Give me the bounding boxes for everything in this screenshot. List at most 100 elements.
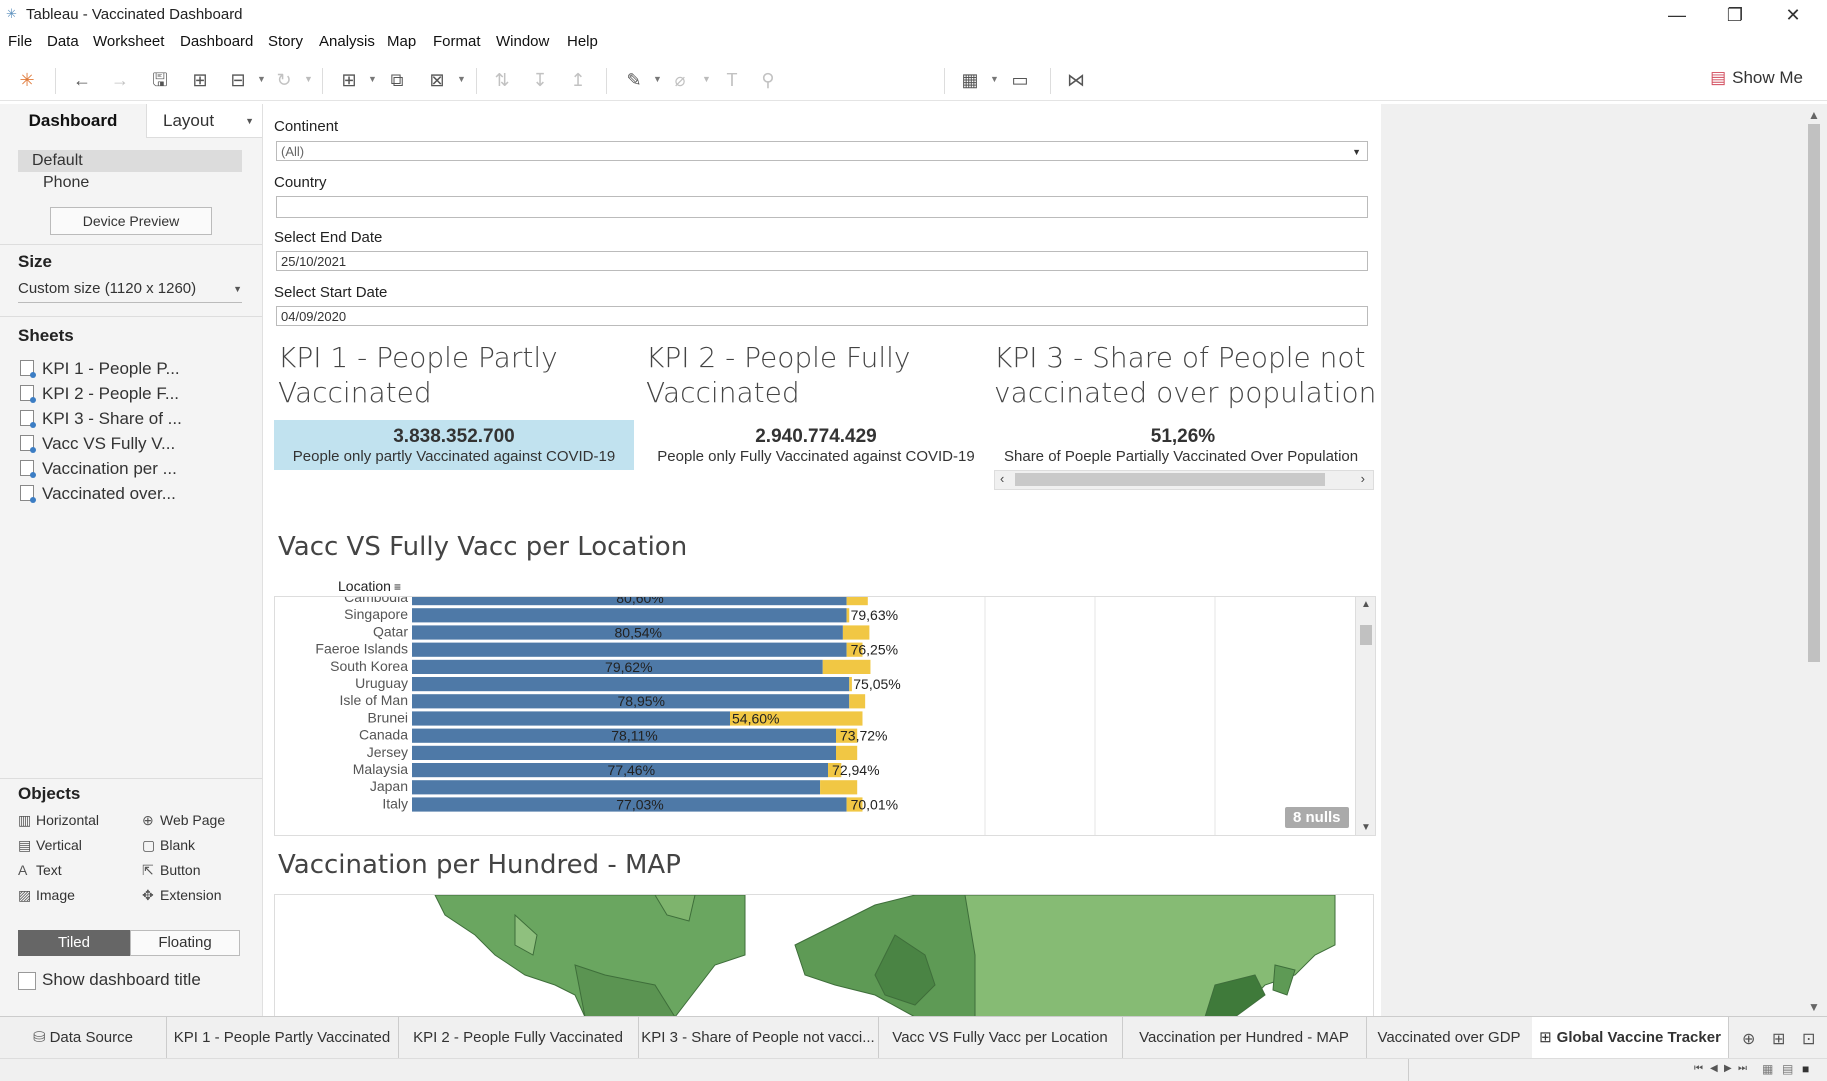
tab-kpi1[interactable]: KPI 1 - People Partly Vaccinated [166,1017,399,1059]
menu-format[interactable]: Format [433,33,481,50]
scrollbar-thumb[interactable] [1808,124,1820,662]
bar-fully-vaccinated[interactable] [846,608,850,623]
bar-fully-vaccinated[interactable] [846,597,868,606]
device-preview-button[interactable]: Device Preview [50,207,212,235]
tab-kpi2[interactable]: KPI 2 - People Fully Vaccinated [398,1017,639,1059]
filmstrip-icon[interactable]: ▤ [1782,1062,1793,1076]
chevron-down-icon[interactable]: ▼ [457,74,466,84]
sheet-item[interactable]: Vaccination per ... [20,459,177,479]
country-filter-input[interactable] [276,196,1368,218]
minimize-icon[interactable]: — [1654,2,1700,28]
scroll-down-icon[interactable]: ▼ [1361,822,1371,833]
location-header[interactable]: Location ≡ [338,578,401,594]
chevron-down-icon[interactable]: ▼ [304,74,313,84]
duplicate-icon[interactable]: ⧉ [385,68,409,92]
share-icon[interactable]: ⋈ [1064,68,1088,92]
sort-icon[interactable]: ≡ [394,580,401,594]
tab-layout[interactable]: Layout ▼ [146,104,262,138]
device-phone[interactable]: Phone [43,174,89,192]
show-cards-icon[interactable]: ▦ [958,68,982,92]
object-button[interactable]: ⇱ Button [142,862,200,879]
bar-vaccinated[interactable] [412,677,850,692]
menu-dashboard[interactable]: Dashboard [180,33,253,50]
sheet-item[interactable]: Vacc VS Fully V... [20,434,175,454]
tab-vacc-vs-fully[interactable]: Vacc VS Fully Vacc per Location [878,1017,1123,1059]
scroll-down-icon[interactable]: ▼ [1808,1000,1820,1014]
bar-vaccinated[interactable] [412,711,730,726]
kpi1-card[interactable]: 3.838.352.700 People only partly Vaccina… [274,420,634,470]
pin-icon[interactable]: ⚲ [756,68,780,92]
refresh-icon[interactable]: ↻ [272,68,296,92]
object-vertical[interactable]: ▤ Vertical [18,837,82,854]
sheet-item[interactable]: KPI 2 - People F... [20,384,179,404]
floating-toggle[interactable]: Floating [130,930,240,956]
chevron-down-icon[interactable]: ▼ [653,74,662,84]
object-blank[interactable]: ▢ Blank [142,837,195,854]
save-icon[interactable]: 🖫 [148,68,172,92]
kpi3-horizontal-scrollbar[interactable]: ‹ › [994,470,1374,490]
end-date-input[interactable]: 25/10/2021 [276,251,1368,271]
bar-fully-vaccinated[interactable] [849,694,866,709]
group-icon[interactable]: ⌀ [668,68,692,92]
kpi2-card[interactable]: 2.940.774.429 People only Fully Vaccinat… [646,420,986,470]
vaccination-map[interactable] [274,894,1374,1017]
first-sheet-icon[interactable]: ⏮ [1694,1063,1703,1074]
chevron-down-icon[interactable]: ▼ [990,74,999,84]
tab-kpi3[interactable]: KPI 3 - Share of People not vacci... [638,1017,879,1059]
device-default[interactable]: Default [18,150,242,172]
menu-help[interactable]: Help [567,33,598,50]
pause-updates-icon[interactable]: ⊟ [226,68,250,92]
scrollbar-thumb[interactable] [1360,625,1372,645]
object-text[interactable]: A Text [18,862,62,878]
close-icon[interactable]: ✕ [1770,2,1816,28]
new-worksheet-icon[interactable]: ⊕ [1742,1029,1755,1049]
new-data-source-icon[interactable]: ⊞ [188,68,212,92]
highlight-icon[interactable]: ✎ [622,68,646,92]
last-sheet-icon[interactable]: ⏭ [1738,1063,1747,1074]
scroll-up-icon[interactable]: ▲ [1361,599,1371,610]
clear-sheet-icon[interactable]: ⊠ [425,68,449,92]
sheet-sorter-icon[interactable]: ▦ [1762,1062,1773,1076]
forward-icon[interactable]: → [108,68,132,92]
presentation-icon[interactable]: ▭ [1008,68,1032,92]
show-title-checkbox[interactable] [18,972,36,990]
label-icon[interactable]: T [720,68,744,92]
menu-window[interactable]: Window [496,33,549,50]
kpi3-card[interactable]: 51,26% Share of Poeple Partially Vaccina… [994,420,1372,470]
previous-sheet-icon[interactable]: ◀ [1710,1063,1718,1074]
continent-filter-dropdown[interactable]: (All) ▼ [276,141,1368,161]
size-dropdown[interactable]: Custom size (1120 x 1260) ▼ [18,278,242,303]
object-web-page[interactable]: ⊕ Web Page [142,812,225,829]
new-dashboard-icon[interactable]: ⊞ [1772,1029,1785,1049]
chevron-down-icon[interactable]: ▼ [257,74,266,84]
object-extension[interactable]: ✥ Extension [142,887,221,904]
bar-fully-vaccinated[interactable] [822,659,871,674]
sort-descending-icon[interactable]: ↥ [566,68,590,92]
swap-icon[interactable]: ⇅ [490,68,514,92]
sort-ascending-icon[interactable]: ↧ [528,68,552,92]
bar-fully-vaccinated[interactable] [836,745,858,760]
menu-map[interactable]: Map [387,33,416,50]
restore-icon[interactable]: ❐ [1712,2,1758,28]
bar-vaccinated[interactable] [412,608,847,623]
object-horizontal[interactable]: ▥ Horizontal [18,812,99,829]
back-icon[interactable]: ← [70,68,94,92]
scroll-right-icon[interactable]: › [1361,471,1365,486]
scroll-up-icon[interactable]: ▲ [1808,108,1820,122]
menu-file[interactable]: File [8,33,32,50]
chevron-down-icon[interactable]: ▼ [368,74,377,84]
tab-dashboard[interactable]: Dashboard [0,104,146,138]
tabs-view-icon[interactable]: ■ [1802,1062,1809,1076]
menu-story[interactable]: Story [268,33,303,50]
object-image[interactable]: ▨ Image [18,887,75,904]
new-worksheet-icon[interactable]: ⊞ [337,68,361,92]
scroll-left-icon[interactable]: ‹ [1000,471,1004,486]
tab-vaccination-map[interactable]: Vaccination per Hundred - MAP [1122,1017,1367,1059]
next-sheet-icon[interactable]: ▶ [1724,1063,1732,1074]
start-date-input[interactable]: 04/09/2020 [276,306,1368,326]
scrollbar-thumb[interactable] [1015,473,1325,486]
tab-data-source[interactable]: ⛁ Data Source [0,1017,167,1059]
bar-vaccinated[interactable] [412,642,847,657]
menu-worksheet[interactable]: Worksheet [93,33,164,50]
chevron-down-icon[interactable]: ▼ [702,74,711,84]
